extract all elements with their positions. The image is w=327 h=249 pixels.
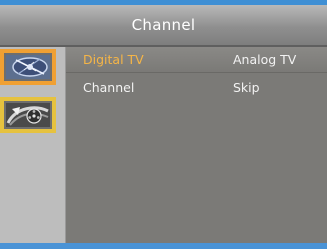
page-title: Channel [131,16,196,34]
menu-row-channel[interactable]: Channel Skip [66,75,327,101]
sidebar-item-tv[interactable] [0,49,56,85]
sidebar-item-media[interactable] [0,97,56,133]
film-reel-icon [6,103,50,127]
osd-menu-window: Channel Digital TV Analog TV Channel Ski… [0,0,327,249]
menu-row-value[interactable]: Skip [233,80,260,95]
menu-row-label: Channel [83,80,135,95]
title-bar: Channel [0,5,327,45]
menu-panel: Digital TV Analog TV Channel Skip [66,47,327,243]
menu-row-label: Digital TV [83,52,144,67]
menu-row-value[interactable]: Analog TV [233,52,296,67]
menu-row-digital-tv[interactable]: Digital TV Analog TV [66,47,327,73]
category-sidebar [0,47,66,243]
satellite-dish-icon [6,55,50,79]
bottom-border [0,243,327,249]
